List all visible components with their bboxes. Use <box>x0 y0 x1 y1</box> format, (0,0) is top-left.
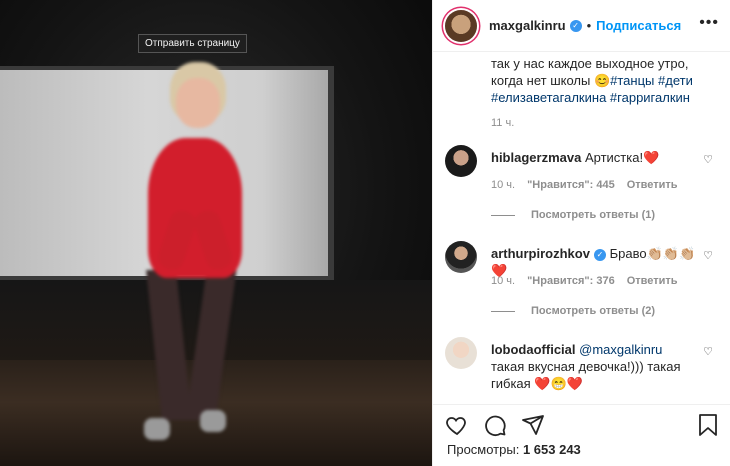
commenter-avatar[interactable] <box>445 337 477 369</box>
header-separator: • <box>586 18 592 33</box>
comment-meta: 10 ч. "Нравится": 445 Ответить <box>491 179 678 191</box>
replies-divider <box>491 310 515 312</box>
action-bar <box>433 404 730 444</box>
view-replies-label: Посмотреть ответы (2) <box>531 305 656 317</box>
comment-text: hiblagerzmava Артистка!❤️ <box>491 149 705 166</box>
comment-item: hiblagerzmava Артистка!❤️ ♡ 10 ч. "Нрави… <box>445 145 727 235</box>
view-replies-button[interactable]: Посмотреть ответы (2) <box>491 305 655 317</box>
comment-bubble-icon[interactable] <box>483 413 507 437</box>
views-counter: Просмотры: 1 653 243 <box>447 442 581 457</box>
hashtag-link[interactable]: #дети <box>658 73 693 88</box>
comment-text: arthurpirozhkov ✓ Браво👏🏼👏🏼👏🏼❤️ <box>491 245 705 279</box>
commenter-username[interactable]: hiblagerzmava <box>491 150 581 165</box>
views-label: Просмотры: <box>447 442 520 457</box>
post-header: maxgalkinru ✓ • Подписаться ••• <box>433 0 730 52</box>
like-comment-icon[interactable]: ♡ <box>703 345 713 358</box>
hashtag-link[interactable]: #танцы <box>610 73 654 88</box>
caption-line: так у нас каждое выходное утро, <box>491 56 689 71</box>
like-comment-icon[interactable]: ♡ <box>703 249 713 262</box>
comment-body: Браво <box>609 246 647 261</box>
follow-button[interactable]: Подписаться <box>596 18 681 33</box>
heart-grin-emoji: ❤️😁❤️ <box>534 376 583 391</box>
view-replies-label: Посмотреть ответы (1) <box>531 209 656 221</box>
heart-outline-icon[interactable] <box>445 413 469 437</box>
hashtag-link[interactable]: #елизаветагалкина <box>491 90 606 105</box>
smile-emoji: 😊 <box>593 73 611 88</box>
comment-body-line: такая вкусная девочка!))) такая <box>491 359 681 374</box>
comment-item: arthurpirozhkov ✓ Браво👏🏼👏🏼👏🏼❤️ ♡ 10 ч. "… <box>445 241 727 331</box>
replies-divider <box>491 214 515 216</box>
paper-plane-icon[interactable] <box>521 413 545 437</box>
more-options-icon[interactable]: ••• <box>699 14 719 32</box>
post-video[interactable]: Отправить страницу <box>0 0 432 466</box>
comment-meta: 10 ч. "Нравится": 376 Ответить <box>491 275 678 287</box>
comments-scroll-area[interactable]: так у нас каждое выходное утро, когда не… <box>433 53 730 404</box>
reply-button[interactable]: Ответить <box>627 275 678 287</box>
bookmark-icon[interactable] <box>697 413 719 437</box>
comment-body: Артистка! <box>584 150 644 165</box>
dancing-girl-figure <box>140 60 250 450</box>
hashtag-link[interactable]: #гарригалкин <box>610 90 690 105</box>
commenter-avatar[interactable] <box>445 145 477 177</box>
reply-button[interactable]: Ответить <box>627 179 678 191</box>
caption-line: когда нет школы <box>491 73 591 88</box>
post-timestamp[interactable]: 11 ч. <box>491 117 514 129</box>
comment-likes[interactable]: "Нравится": 445 <box>527 179 615 191</box>
mention-link[interactable]: @maxgalkinru <box>579 342 662 357</box>
heart-emoji: ❤️ <box>643 150 660 165</box>
views-count: 1 653 243 <box>522 442 581 457</box>
commenter-username[interactable]: lobodaofficial <box>491 342 576 357</box>
comment-time[interactable]: 10 ч. <box>491 179 515 191</box>
author-avatar[interactable] <box>445 9 477 42</box>
verified-badge-icon: ✓ <box>593 248 606 261</box>
comment-text: lobodaofficial @maxgalkinru такая вкусна… <box>491 341 705 392</box>
post-side-panel: maxgalkinru ✓ • Подписаться ••• так у на… <box>432 0 730 466</box>
comment-time[interactable]: 10 ч. <box>491 275 515 287</box>
verified-badge-icon: ✓ <box>569 19 582 32</box>
comment-item: lobodaofficial @maxgalkinru такая вкусна… <box>445 337 727 404</box>
share-page-tooltip: Отправить страницу <box>138 34 247 53</box>
comment-body-line: гибкая <box>491 376 531 391</box>
like-comment-icon[interactable]: ♡ <box>703 153 713 166</box>
author-username[interactable]: maxgalkinru <box>489 18 566 33</box>
post-caption: так у нас каждое выходное утро, когда не… <box>491 55 719 106</box>
commenter-avatar[interactable] <box>445 241 477 273</box>
commenter-username[interactable]: arthurpirozhkov <box>491 246 590 261</box>
view-replies-button[interactable]: Посмотреть ответы (1) <box>491 209 655 221</box>
comment-likes[interactable]: "Нравится": 376 <box>527 275 615 287</box>
